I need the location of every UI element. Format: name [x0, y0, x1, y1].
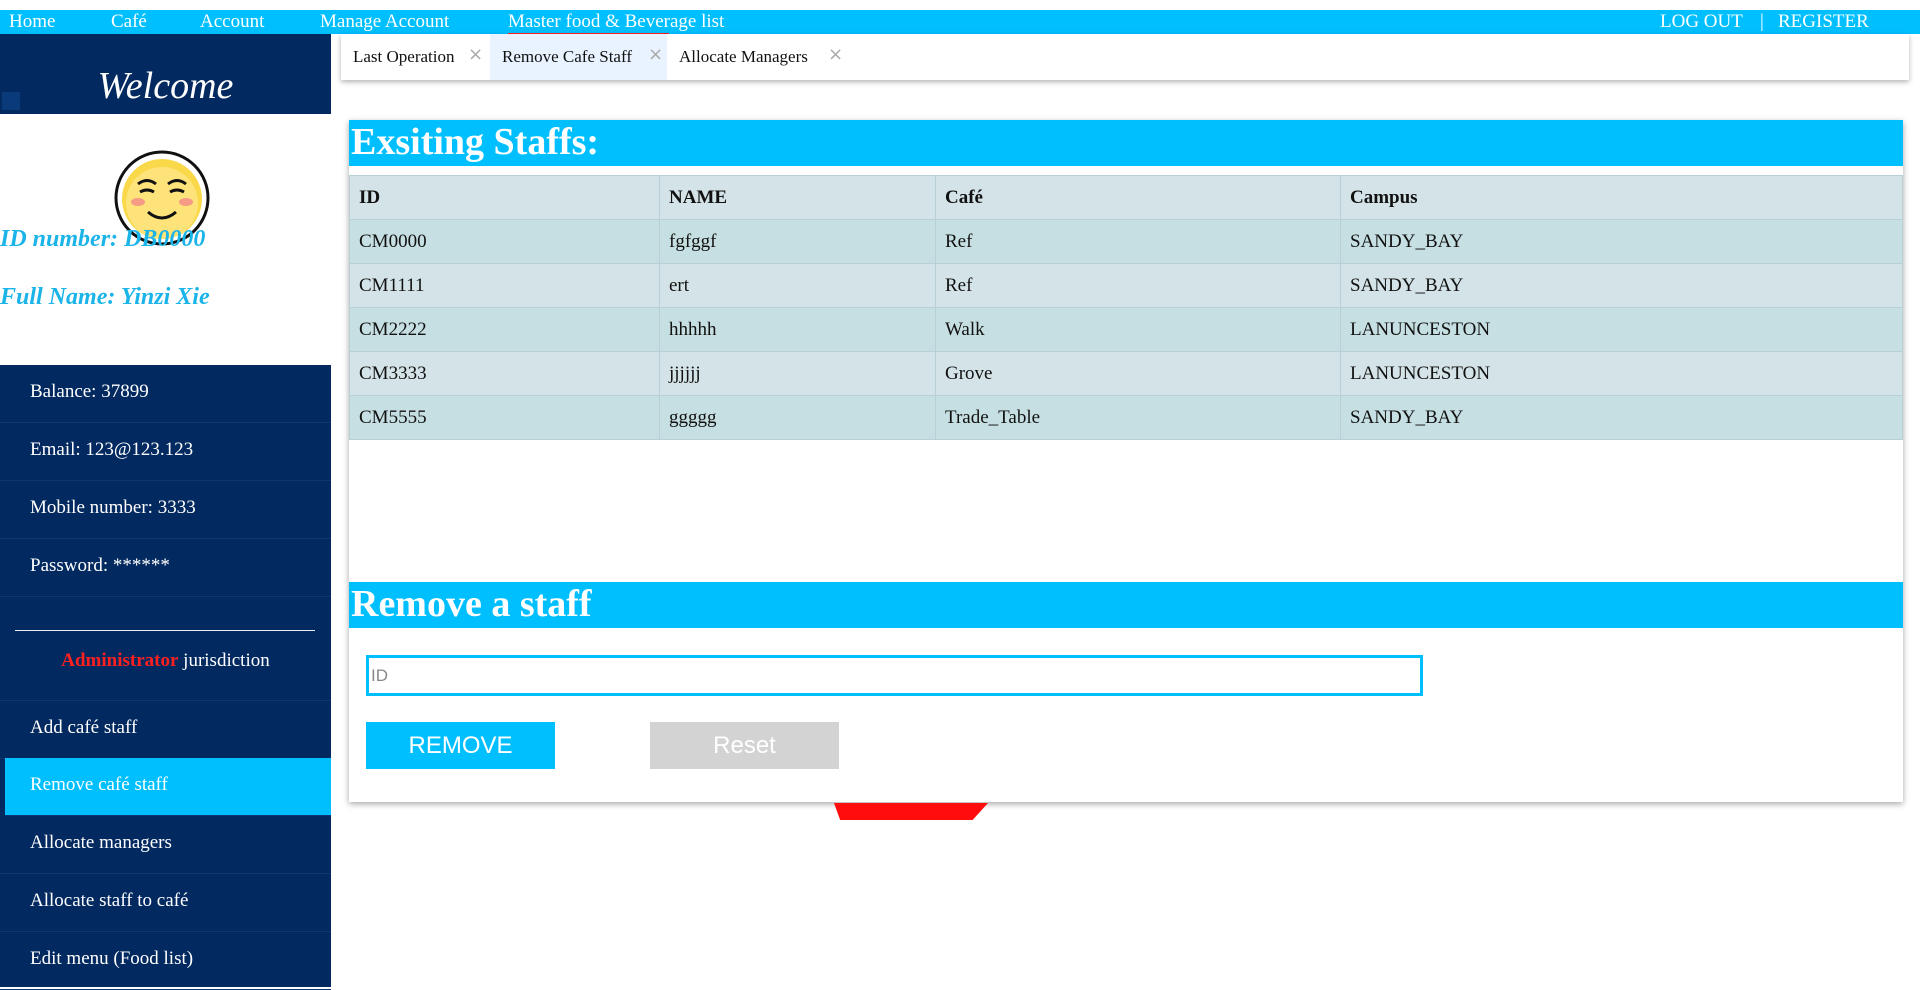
table-row: CM2222 hhhhh Walk LANUNCESTON: [349, 307, 1903, 352]
sidebar-item-allocate-managers[interactable]: Allocate managers: [0, 816, 331, 874]
cell-name: fgfggf: [659, 219, 936, 264]
table-row: CM0000 fgfggf Ref SANDY_BAY: [349, 219, 1903, 264]
profile-card: ID number: DB0000 Full Name: Yinzi Xie: [0, 114, 331, 365]
tab-bar: Last Operation × Remove Cafe Staff × All…: [341, 34, 1909, 80]
tab-allocate-managers[interactable]: Allocate Managers ×: [667, 34, 847, 80]
cell-id: CM5555: [349, 395, 660, 440]
cell-campus: SANDY_BAY: [1340, 263, 1903, 308]
cell-name: ggggg: [659, 395, 936, 440]
sidebar-item-add-cafe-staff[interactable]: Add café staff: [0, 700, 331, 759]
welcome-heading: Welcome: [97, 65, 234, 107]
password-info: Password: ******: [0, 539, 331, 597]
register-link[interactable]: REGISTER: [1778, 11, 1869, 33]
sidebar-divider: [15, 630, 315, 631]
logout-link[interactable]: LOG OUT: [1660, 11, 1743, 33]
close-icon[interactable]: ×: [828, 44, 843, 65]
reset-button[interactable]: Reset: [650, 722, 839, 769]
user-id-number: ID number: DB0000: [0, 226, 206, 252]
cell-name: hhhhh: [659, 307, 936, 352]
cell-campus: SANDY_BAY: [1340, 395, 1903, 440]
nav-separator: |: [1760, 11, 1764, 32]
existing-staffs-header: Exsiting Staffs:: [349, 120, 1903, 166]
table-row: CM3333 jjjjjj Grove LANUNCESTON: [349, 351, 1903, 396]
jurisdiction-role: Administrator: [61, 650, 179, 671]
table-row: CM1111 ert Ref SANDY_BAY: [349, 263, 1903, 308]
cell-cafe: Trade_Table: [935, 395, 1341, 440]
cell-cafe: Ref: [935, 263, 1341, 308]
top-nav-bar: Home Café Account Manage Account Master …: [0, 10, 1920, 38]
jurisdiction-suffix: jurisdiction: [178, 650, 270, 671]
cell-id: CM3333: [349, 351, 660, 396]
remove-button[interactable]: REMOVE: [366, 722, 555, 769]
cell-id: CM2222: [349, 307, 660, 352]
cell-campus: LANUNCESTON: [1340, 351, 1903, 396]
column-header-cafe: Café: [935, 175, 1341, 220]
column-header-campus: Campus: [1340, 175, 1903, 220]
column-header-name: NAME: [659, 175, 936, 220]
nav-home-link[interactable]: Home: [9, 11, 55, 33]
cell-cafe: Walk: [935, 307, 1341, 352]
balance-info: Balance: 37899: [0, 365, 331, 423]
remove-staff-header: Remove a staff: [349, 582, 1903, 628]
nav-cafe-link[interactable]: Café: [111, 11, 147, 33]
jurisdiction-heading: Administrator jurisdiction: [0, 650, 331, 672]
staff-id-input[interactable]: [366, 655, 1423, 696]
close-icon[interactable]: ×: [468, 44, 483, 65]
decorative-red-shape: [834, 803, 988, 820]
staff-table: ID NAME Café Campus CM0000 fgfggf Ref SA…: [349, 175, 1903, 440]
column-header-id: ID: [349, 175, 660, 220]
cell-id: CM1111: [349, 263, 660, 308]
sidebar-item-allocate-staff[interactable]: Allocate staff to café: [0, 874, 331, 932]
user-full-name: Full Name: Yinzi Xie: [0, 284, 210, 310]
cell-id: CM0000: [349, 219, 660, 264]
table-header-row: ID NAME Café Campus: [349, 175, 1903, 220]
table-row: CM5555 ggggg Trade_Table SANDY_BAY: [349, 395, 1903, 440]
sidebar: Welcome ID number: DB0000 Full Name: Yin…: [0, 34, 331, 990]
nav-manage-account-link[interactable]: Manage Account: [320, 11, 449, 33]
main-panel: Exsiting Staffs: ID NAME Café Campus CM0…: [349, 120, 1903, 802]
nav-account-link[interactable]: Account: [200, 11, 264, 33]
cell-cafe: Grove: [935, 351, 1341, 396]
cell-campus: SANDY_BAY: [1340, 219, 1903, 264]
cell-name: ert: [659, 263, 936, 308]
close-icon[interactable]: ×: [648, 44, 663, 65]
sidebar-item-edit-menu[interactable]: Edit menu (Food list): [0, 932, 331, 990]
mobile-info: Mobile number: 3333: [0, 481, 331, 539]
tab-last-operation[interactable]: Last Operation ×: [341, 34, 488, 80]
cell-campus: LANUNCESTON: [1340, 307, 1903, 352]
nav-master-food-link[interactable]: Master food & Beverage list: [508, 11, 724, 33]
cell-cafe: Ref: [935, 219, 1341, 264]
tab-remove-cafe-staff[interactable]: Remove Cafe Staff ×: [490, 34, 667, 80]
email-info: Email: 123@123.123: [0, 423, 331, 481]
sidebar-item-remove-cafe-staff[interactable]: Remove café staff: [5, 758, 331, 816]
cell-name: jjjjjj: [659, 351, 936, 396]
